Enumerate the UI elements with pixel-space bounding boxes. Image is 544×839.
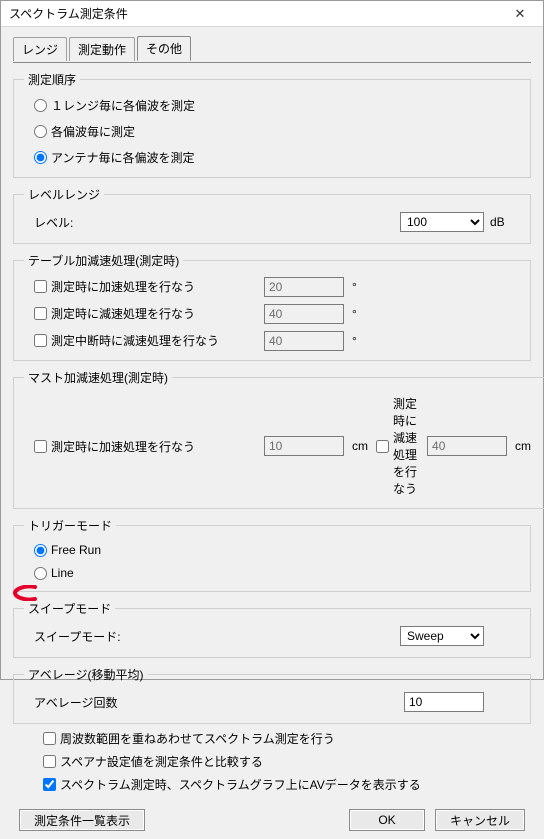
- table-accel-chk2-label: 測定時に減速処理を行なう: [51, 305, 195, 322]
- check-freq-overlap-input[interactable]: [43, 732, 56, 745]
- radio-trigger-freerun-input[interactable]: [34, 544, 47, 557]
- tab-range[interactable]: レンジ: [13, 37, 67, 61]
- check-show-av[interactable]: スペクトラム測定時、スペクトラムグラフ上にAVデータを表示する: [43, 776, 531, 793]
- radio-order-1[interactable]: １レンジ毎に各偏波を測定: [34, 97, 520, 114]
- group-sweep: スイープモード スイープモード: Sweep: [13, 600, 531, 658]
- ok-button[interactable]: OK: [349, 809, 425, 831]
- group-mast-accel: マスト加減速処理(測定時) 測定時に加速処理を行なう cm 測定時に減速処理を行…: [13, 369, 544, 509]
- check-freq-overlap-label: 周波数範囲を重ねあわせてスペクトラム測定を行う: [60, 730, 335, 747]
- group-mast-accel-legend: マスト加減速処理(測定時): [24, 369, 172, 386]
- group-level-legend: レベルレンジ: [24, 186, 104, 203]
- table-accel-chk3[interactable]: 測定中断時に減速処理を行なう: [34, 332, 254, 349]
- table-accel-unit3: °: [352, 334, 382, 348]
- mast-accel-val2[interactable]: [427, 436, 507, 456]
- average-input[interactable]: [404, 692, 484, 712]
- group-order: 測定順序 １レンジ毎に各偏波を測定 各偏波毎に測定 アンテナ毎に各偏波を測定: [13, 71, 531, 178]
- list-conditions-button[interactable]: 測定条件一覧表示: [19, 809, 145, 831]
- table-accel-unit2: °: [352, 307, 382, 321]
- radio-trigger-line-input[interactable]: [34, 567, 47, 580]
- table-accel-chk1-label: 測定時に加速処理を行なう: [51, 278, 195, 295]
- table-accel-chk1-input[interactable]: [34, 280, 47, 293]
- check-show-av-label: スペクトラム測定時、スペクトラムグラフ上にAVデータを表示する: [60, 776, 421, 793]
- check-show-av-input[interactable]: [43, 778, 56, 791]
- mast-accel-chk1-label: 測定時に加速処理を行なう: [51, 438, 195, 455]
- mast-accel-chk1-input[interactable]: [34, 440, 47, 453]
- radio-order-2-input[interactable]: [34, 125, 47, 138]
- group-average-legend: アベレージ(移動平均): [24, 666, 148, 683]
- table-accel-val2[interactable]: [264, 304, 344, 324]
- radio-trigger-line-label: Line: [51, 566, 74, 580]
- radio-order-2-label: 各偏波毎に測定: [51, 123, 135, 140]
- group-table-accel-legend: テーブル加減速処理(測定時): [24, 252, 183, 269]
- sweep-select[interactable]: Sweep: [400, 626, 484, 646]
- tab-underline: [13, 62, 531, 63]
- radio-trigger-line[interactable]: Line: [34, 566, 520, 580]
- check-compare-settings-label: スペアナ設定値を測定条件と比較する: [60, 753, 263, 770]
- table-accel-chk3-label: 測定中断時に減速処理を行なう: [51, 332, 219, 349]
- radio-order-3-label: アンテナ毎に各偏波を測定: [51, 149, 195, 166]
- mast-accel-val1[interactable]: [264, 436, 344, 456]
- group-level: レベルレンジ レベル: 100 dB: [13, 186, 531, 244]
- titlebar: スペクトラム測定条件 ✕: [1, 1, 543, 27]
- level-label: レベル:: [34, 214, 234, 231]
- table-accel-chk3-input[interactable]: [34, 334, 47, 347]
- mast-accel-chk2[interactable]: 測定時に減速処理を行なう: [376, 395, 419, 497]
- radio-order-1-label: １レンジ毎に各偏波を測定: [51, 97, 195, 114]
- tab-other[interactable]: その他: [137, 36, 191, 61]
- client-area: レンジ 測定動作 その他 測定順序 １レンジ毎に各偏波を測定 各偏波毎に測定 ア…: [1, 27, 543, 839]
- table-accel-unit1: °: [352, 280, 382, 294]
- group-average: アベレージ(移動平均) アベレージ回数: [13, 666, 531, 724]
- level-unit: dB: [490, 215, 520, 229]
- group-table-accel: テーブル加減速処理(測定時) 測定時に加速処理を行なう ° 測定時に減速処理を行…: [13, 252, 531, 361]
- dialog-window: スペクトラム測定条件 ✕ レンジ 測定動作 その他 測定順序 １レンジ毎に各偏波…: [0, 0, 544, 680]
- mast-accel-chk2-input[interactable]: [376, 440, 389, 453]
- check-compare-settings-input[interactable]: [43, 755, 56, 768]
- table-accel-chk2[interactable]: 測定時に減速処理を行なう: [34, 305, 254, 322]
- table-accel-chk2-input[interactable]: [34, 307, 47, 320]
- bottom-checks: 周波数範囲を重ねあわせてスペクトラム測定を行う スペアナ設定値を測定条件と比較す…: [43, 730, 531, 793]
- average-label: アベレージ回数: [34, 694, 234, 711]
- radio-order-3-input[interactable]: [34, 151, 47, 164]
- mast-accel-chk1[interactable]: 測定時に加速処理を行なう: [34, 438, 254, 455]
- radio-trigger-freerun-label: Free Run: [51, 543, 101, 557]
- window-title: スペクトラム測定条件: [9, 5, 128, 22]
- check-compare-settings[interactable]: スペアナ設定値を測定条件と比較する: [43, 753, 531, 770]
- button-row: 測定条件一覧表示 OK キャンセル: [13, 799, 531, 831]
- group-sweep-legend: スイープモード: [24, 600, 115, 617]
- group-trigger-legend: トリガーモード: [24, 517, 116, 534]
- table-accel-val1[interactable]: [264, 277, 344, 297]
- close-icon[interactable]: ✕: [503, 3, 537, 25]
- level-select[interactable]: 100: [400, 212, 484, 232]
- check-freq-overlap[interactable]: 周波数範囲を重ねあわせてスペクトラム測定を行う: [43, 730, 531, 747]
- radio-order-3[interactable]: アンテナ毎に各偏波を測定: [34, 149, 520, 166]
- sweep-label: スイープモード:: [34, 628, 234, 645]
- tab-action[interactable]: 測定動作: [69, 37, 135, 61]
- radio-order-1-input[interactable]: [34, 99, 47, 112]
- mast-accel-unit1: cm: [352, 439, 368, 453]
- group-trigger: トリガーモード Free Run Line: [13, 517, 531, 592]
- table-accel-chk1[interactable]: 測定時に加速処理を行なう: [34, 278, 254, 295]
- radio-order-2[interactable]: 各偏波毎に測定: [34, 123, 520, 140]
- tab-strip: レンジ 測定動作 その他: [13, 35, 531, 60]
- radio-trigger-freerun[interactable]: Free Run: [34, 543, 520, 557]
- mast-accel-unit2: cm: [515, 439, 544, 453]
- cancel-button[interactable]: キャンセル: [435, 809, 525, 831]
- group-order-legend: 測定順序: [24, 71, 80, 88]
- mast-accel-chk2-label: 測定時に減速処理を行なう: [393, 395, 419, 497]
- table-accel-val3[interactable]: [264, 331, 344, 351]
